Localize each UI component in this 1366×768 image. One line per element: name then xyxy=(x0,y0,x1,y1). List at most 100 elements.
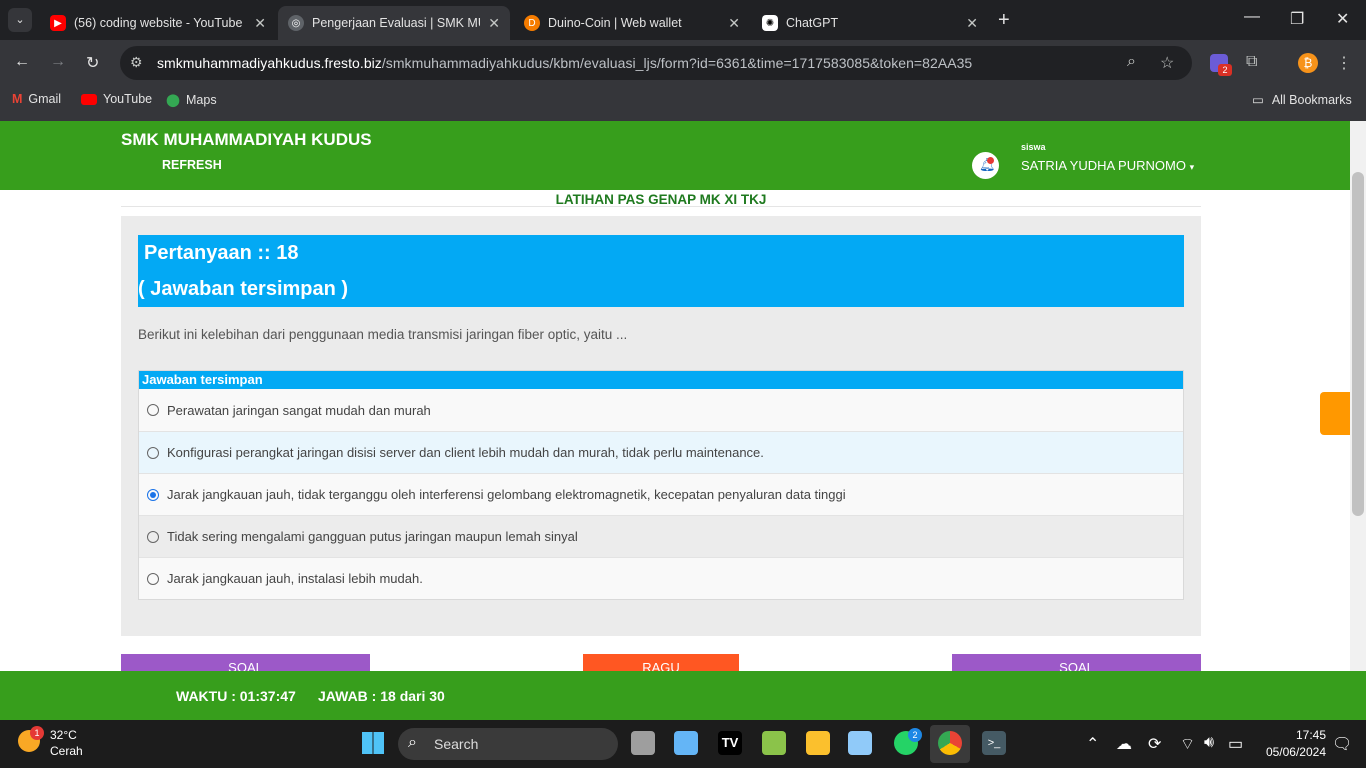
radio-button[interactable] xyxy=(147,572,159,585)
bookmark-label: YouTube xyxy=(103,92,153,106)
bookmark-label: Gmail xyxy=(28,92,62,106)
bitcoin-icon[interactable]: ₿ xyxy=(1298,53,1318,73)
radio-button[interactable] xyxy=(147,530,159,543)
tab-title: (56) coding website - YouTube xyxy=(74,16,243,30)
taskbar-search[interactable]: ⌕ Search xyxy=(398,728,618,760)
bookmark-gmail[interactable]: M Gmail xyxy=(12,92,61,106)
restore-icon[interactable]: ❐ xyxy=(1290,9,1304,29)
store-icon[interactable] xyxy=(762,731,786,755)
zoom-icon[interactable]: ⌕ xyxy=(1127,53,1136,71)
prev-question-button[interactable]: SOAL xyxy=(121,654,370,671)
url-path: /smkmuhammadiyahkudus/kbm/evaluasi_ljs/f… xyxy=(381,55,973,71)
saved-status: ( Jawaban tersimpan ) xyxy=(138,278,349,300)
maps-icon: ⬤ xyxy=(166,93,180,107)
gmail-icon: M xyxy=(12,92,23,106)
search-icon: ⌕ xyxy=(408,734,417,751)
option-text: Jarak jangkauan jauh, tidak terganggu ol… xyxy=(167,487,846,502)
option-text: Perawatan jaringan sangat mudah dan mura… xyxy=(167,402,431,418)
option-text: Konfigurasi perangkat jaringan disisi se… xyxy=(167,445,764,460)
url-host: smkmuhammadiyahkudus.fresto.biz xyxy=(157,55,382,71)
new-tab-icon[interactable]: + xyxy=(998,9,1010,32)
youtube-icon xyxy=(81,93,97,105)
user-menu[interactable]: SATRIA YUDHA PURNOMO ▾ xyxy=(1021,158,1194,173)
option-text: Tidak sering mengalami gangguan putus ja… xyxy=(167,529,578,544)
clock[interactable]: 17:45 05/06/2024 xyxy=(1258,728,1326,759)
tradingview-icon[interactable]: TV xyxy=(718,731,742,755)
radio-button[interactable] xyxy=(147,446,159,459)
tab-evaluasi[interactable]: ◎ Pengerjaan Evaluasi | SMK MUH ✕ xyxy=(278,6,510,40)
tab-duino[interactable]: D Duino-Coin | Web wallet ✕ xyxy=(514,6,750,40)
answer-option[interactable]: Tidak sering mengalami gangguan putus ja… xyxy=(139,515,1183,557)
tab-youtube[interactable]: ▶ (56) coding website - YouTube ✕ xyxy=(40,6,276,40)
notification-dot xyxy=(987,157,994,164)
site-info-icon[interactable]: ⚙ xyxy=(130,54,143,71)
answer-option[interactable]: Jarak jangkauan jauh, instalasi lebih mu… xyxy=(139,557,1183,599)
notification-button[interactable]: 🔔︎ xyxy=(972,152,999,179)
notification-center-icon[interactable]: 🗨︎ xyxy=(1332,734,1352,754)
question-number: Pertanyaan :: 18 xyxy=(144,242,299,264)
answer-option[interactable]: Perawatan jaringan sangat mudah dan mura… xyxy=(139,389,1183,431)
youtube-icon: ▶ xyxy=(50,15,66,31)
close-window-icon[interactable]: ✕ xyxy=(1336,9,1349,29)
tab-chatgpt[interactable]: ✺ ChatGPT ✕ xyxy=(752,6,988,40)
option-text: Jarak jangkauan jauh, instalasi lebih mu… xyxy=(167,571,423,586)
tab-search-button[interactable]: ⌄ xyxy=(8,8,32,32)
answer-option-selected[interactable]: Jarak jangkauan jauh, tidak terganggu ol… xyxy=(139,473,1183,515)
clock-time: 17:45 xyxy=(1295,728,1326,742)
puzzle-icon[interactable]: ⧉ xyxy=(1246,53,1257,71)
exam-title: LATIHAN PAS GENAP MK XI TKJ xyxy=(121,190,1201,207)
tab-title: Pengerjaan Evaluasi | SMK MUH xyxy=(312,16,481,30)
close-icon[interactable]: ✕ xyxy=(728,15,740,32)
sync-icon[interactable]: ⟳ xyxy=(1148,734,1161,754)
doubt-button[interactable]: RAGU xyxy=(583,654,739,671)
close-icon[interactable]: ✕ xyxy=(488,15,500,32)
answered-count: JAWAB : 18 dari 30 xyxy=(318,688,445,704)
school-name[interactable]: SMK MUHAMMADIYAH KUDUS xyxy=(121,130,372,150)
menu-icon[interactable]: ⋮ xyxy=(1336,53,1352,73)
close-icon[interactable]: ✕ xyxy=(966,15,978,32)
tray-app-icon[interactable]: ☁ xyxy=(1116,734,1132,754)
file-explorer-icon[interactable] xyxy=(806,731,830,755)
wifi-icon[interactable]: ⌔ xyxy=(1180,734,1195,754)
tray-chevron-icon[interactable]: ⌃ xyxy=(1086,734,1099,754)
reload-icon[interactable]: ↻ xyxy=(86,53,99,73)
virtualbox-icon[interactable] xyxy=(848,731,872,755)
weather-widget[interactable]: 1 32°C Cerah xyxy=(18,726,88,762)
all-bookmarks[interactable]: ▭ All Bookmarks xyxy=(1252,92,1352,108)
bookmark-youtube[interactable]: YouTube xyxy=(81,92,152,106)
close-icon[interactable]: ✕ xyxy=(254,15,266,32)
question-text: Berikut ini kelebihan dari penggunaan me… xyxy=(138,327,628,342)
radio-button-checked[interactable] xyxy=(147,488,159,501)
radio-button[interactable] xyxy=(147,404,159,416)
scrollbar-thumb[interactable] xyxy=(1352,172,1364,516)
weather-text: Cerah xyxy=(50,744,83,758)
battery-icon[interactable]: ▭ xyxy=(1228,734,1243,754)
forward-icon[interactable]: → xyxy=(50,53,66,71)
bookmark-maps[interactable]: ⬤ Maps xyxy=(166,92,217,108)
search-label: Search xyxy=(434,736,479,752)
widget-app-icon[interactable] xyxy=(674,731,698,755)
minimize-icon[interactable]: — xyxy=(1244,8,1260,26)
exam-footer: WAKTU : 01:37:47 JAWAB : 18 dari 30 xyxy=(0,671,1366,720)
clock-date: 05/06/2024 xyxy=(1265,745,1326,759)
chevron-down-icon: ⌄ xyxy=(15,14,25,26)
task-view-icon[interactable] xyxy=(631,731,655,755)
start-icon[interactable] xyxy=(362,732,384,754)
whatsapp-badge: 2 xyxy=(908,728,922,742)
timer: WAKTU : 01:37:47 xyxy=(176,688,296,704)
volume-icon[interactable]: 🔊︎ xyxy=(1204,734,1214,752)
url-text[interactable]: smkmuhammadiyahkudus.fresto.biz/smkmuham… xyxy=(157,55,972,71)
refresh-link[interactable]: REFRESH xyxy=(162,158,222,172)
all-bookmarks-label: All Bookmarks xyxy=(1271,92,1352,107)
floating-tab[interactable] xyxy=(1320,392,1350,435)
back-icon[interactable]: ← xyxy=(14,53,30,71)
answer-option[interactable]: Konfigurasi perangkat jaringan disisi se… xyxy=(139,431,1183,473)
star-icon[interactable]: ☆ xyxy=(1160,53,1174,73)
chrome-icon[interactable] xyxy=(938,731,962,755)
question-panel: Pertanyaan :: 18 ( Jawaban tersimpan ) B… xyxy=(121,216,1201,636)
answers-header: Jawaban tersimpan xyxy=(139,371,1183,389)
terminal-icon[interactable]: >_ xyxy=(982,731,1006,755)
page-content: SMK MUHAMMADIYAH KUDUS REFRESH 🔔︎ siswa … xyxy=(0,121,1350,671)
duino-icon: D xyxy=(524,15,540,31)
next-question-button[interactable]: SOAL xyxy=(952,654,1201,671)
